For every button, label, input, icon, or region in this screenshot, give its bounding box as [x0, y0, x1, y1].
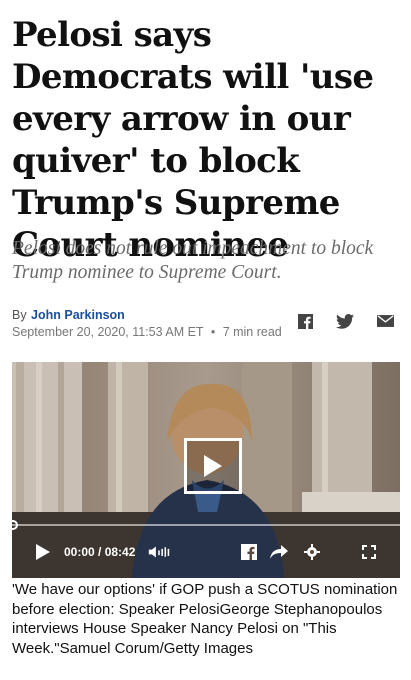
play-icon: [36, 544, 50, 560]
email-icon[interactable]: [376, 312, 394, 330]
fullscreen-icon: [362, 545, 376, 559]
article-headline: Pelosi says Democrats will 'use every ar…: [12, 15, 374, 265]
video-controls: 00:00 / 08:42: [12, 538, 400, 568]
play-button[interactable]: [32, 541, 54, 563]
share-arrow-icon: [270, 545, 288, 559]
author-link[interactable]: John Parkinson: [31, 308, 125, 322]
progress-bar[interactable]: [12, 520, 400, 530]
byline: By John Parkinson September 20, 2020, 11…: [12, 306, 400, 342]
facebook-share-button[interactable]: [238, 541, 260, 563]
volume-icon: [148, 546, 170, 558]
article-subhead: Pelosi does not rule out impeachment to …: [12, 238, 374, 283]
dateline: September 20, 2020, 11:53 AM ET • 7 min …: [12, 325, 282, 339]
twitter-icon[interactable]: [336, 312, 354, 330]
volume-button[interactable]: [148, 541, 170, 563]
byline-prefix: By: [12, 308, 27, 322]
share-button[interactable]: [268, 541, 290, 563]
facebook-icon: [241, 544, 257, 560]
settings-button[interactable]: [301, 541, 323, 563]
gear-icon: [304, 544, 320, 560]
share-bar: [296, 312, 394, 330]
dateline-separator: •: [210, 325, 216, 339]
read-time: 7 min read: [222, 325, 282, 339]
play-overlay-button[interactable]: [184, 438, 242, 494]
fullscreen-button[interactable]: [358, 541, 380, 563]
video-time: 00:00 / 08:42: [64, 545, 136, 559]
publish-date: September 20, 2020, 11:53 AM ET: [12, 325, 204, 339]
facebook-icon[interactable]: [296, 312, 314, 330]
play-icon: [204, 455, 222, 477]
video-caption: 'We have our options' if GOP push a SCOT…: [12, 581, 398, 657]
video-player[interactable]: 00:00 / 08:42: [12, 362, 400, 578]
